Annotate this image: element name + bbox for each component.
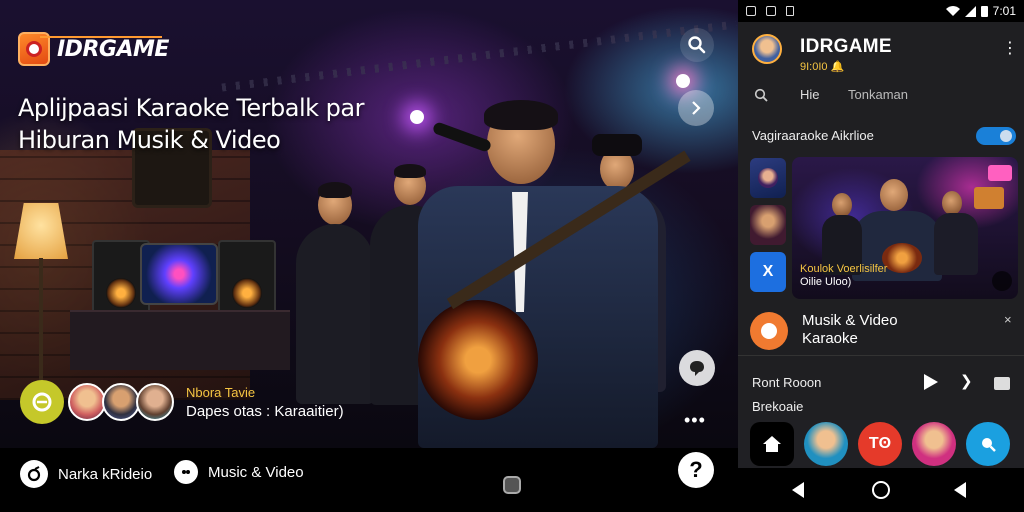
stage-truss	[221, 20, 737, 92]
chat-toggle-button[interactable]	[20, 380, 64, 424]
status-bar: 7:01	[738, 0, 1024, 22]
chevron-right-icon	[692, 101, 701, 115]
player-subtitle: Brekoaie	[752, 399, 804, 414]
tab-tonkaman[interactable]: Tonkaman	[848, 87, 908, 102]
app-subtitle: 9I:0I0 🔔	[800, 61, 845, 73]
music-video-link[interactable]: Music & Video	[174, 460, 304, 484]
musik-title: Musik & Video	[802, 312, 898, 329]
chat-bubble-icon	[32, 392, 52, 412]
status-right: 7:01	[945, 4, 1016, 18]
comment-button[interactable]	[679, 350, 715, 386]
system-nav-bar	[738, 468, 1024, 512]
overflow-menu-button[interactable]: ⋮	[1002, 38, 1018, 58]
tab-home[interactable]: Hie	[800, 87, 820, 102]
fullscreen-icon[interactable]	[992, 271, 1012, 291]
battery-icon	[980, 6, 988, 17]
gallery-icon	[746, 6, 756, 16]
dock-avatar[interactable]	[804, 422, 848, 466]
profile-avatar[interactable]	[752, 34, 782, 64]
chat-username: Nbora Tavie	[186, 384, 256, 400]
chat-text: Dapes otas : Karaaitier)	[186, 402, 344, 420]
app-header: IDRGAME 9I:0I0 🔔 ⋮	[738, 22, 1024, 84]
signal-icon	[964, 5, 976, 17]
hero-next-button[interactable]	[678, 90, 714, 126]
dock-home-button[interactable]	[750, 422, 794, 466]
home-icon	[763, 436, 781, 452]
play-icon[interactable]	[924, 374, 938, 390]
home-circle-icon[interactable]	[872, 481, 890, 499]
section-toggle[interactable]	[976, 127, 1016, 145]
player-title: Ront Rooon	[752, 375, 822, 390]
music-app-icon	[750, 312, 788, 350]
dock-avatar[interactable]	[912, 422, 956, 466]
live-chat-row: Nbora Tavie Dapes otas : Karaaitier)	[20, 380, 344, 424]
home-square-icon[interactable]	[503, 476, 521, 494]
phone-app-panel: 7:01 IDRGAME 9I:0I0 🔔 ⋮ Hie Tonkaman Vag…	[738, 0, 1024, 512]
more-options-button[interactable]: •••	[684, 410, 706, 431]
music-video-label: Music & Video	[208, 463, 304, 481]
karaoke-video-link[interactable]: Narka kRideio	[20, 460, 152, 488]
recent-apps-icon[interactable]	[954, 482, 966, 498]
featured-video-card[interactable]: Koulok Voerlisilfer Oilie Uloo)	[792, 157, 1018, 299]
hero-headline: Aplijpaasi Karaoke Terbalk par Hiburan M…	[18, 92, 438, 156]
logo-underline	[40, 36, 162, 38]
chat-message: Nbora Tavie Dapes otas : Karaaitier)	[186, 385, 344, 420]
stage-spotlight	[676, 74, 690, 88]
cast-icon[interactable]	[994, 377, 1010, 390]
headline-line-2: Hiburan Musik & Video	[18, 126, 281, 154]
karaoke-video-label: Narka kRideio	[58, 465, 153, 483]
speaker	[218, 240, 276, 314]
karaoke-screen	[140, 243, 218, 305]
camera-icon	[766, 6, 776, 16]
hero-search-button[interactable]	[680, 28, 714, 62]
featured-caption: Koulok Voerlisilfer Oilie Uloo)	[800, 263, 887, 289]
lamp-pole	[39, 258, 43, 388]
tab-bar: Hie Tonkaman	[738, 84, 1024, 106]
wifi-icon	[945, 5, 960, 16]
musik-video-item[interactable]: Musik & Video Karaoke ×	[738, 306, 1024, 356]
thumbnail-item[interactable]: X	[750, 252, 786, 292]
comment-icon	[690, 361, 704, 376]
app-title: IDRGAME	[800, 36, 892, 57]
battery-saver-icon	[786, 6, 794, 16]
search-icon	[982, 438, 996, 452]
music-bubble-icon	[174, 460, 198, 484]
app-dock: Tʘ	[738, 420, 1024, 468]
status-time: 7:01	[992, 4, 1016, 18]
musik-subtitle: Karaoke	[802, 330, 858, 347]
viewer-avatar[interactable]	[102, 383, 140, 421]
edit-icon	[20, 460, 48, 488]
next-icon[interactable]: ❯	[960, 372, 973, 390]
back-icon[interactable]	[792, 482, 804, 498]
search-icon[interactable]	[754, 88, 768, 102]
search-icon	[688, 36, 706, 54]
viewer-avatar[interactable]	[68, 383, 106, 421]
dock-tp-app[interactable]: Tʘ	[858, 422, 902, 466]
thumbnail-item[interactable]	[750, 158, 786, 198]
featured-title: Koulok Voerlisilfer	[800, 263, 888, 275]
close-icon[interactable]: ×	[1004, 312, 1012, 327]
headline-line-1: Aplijpaasi Karaoke Terbalk par	[18, 94, 364, 122]
brand-name: IDRGAME	[57, 36, 169, 62]
dock-search-app[interactable]	[966, 422, 1010, 466]
help-button[interactable]: ?	[678, 452, 714, 488]
section-title: Vagiraaraoke Aikrlioe	[752, 128, 874, 143]
featured-subtitle: Oilie Uloo)	[800, 276, 852, 288]
thumbnail-item[interactable]	[750, 205, 786, 245]
thumbnail-list: X	[750, 158, 786, 299]
stage-console	[70, 310, 290, 370]
viewer-avatar[interactable]	[136, 383, 174, 421]
